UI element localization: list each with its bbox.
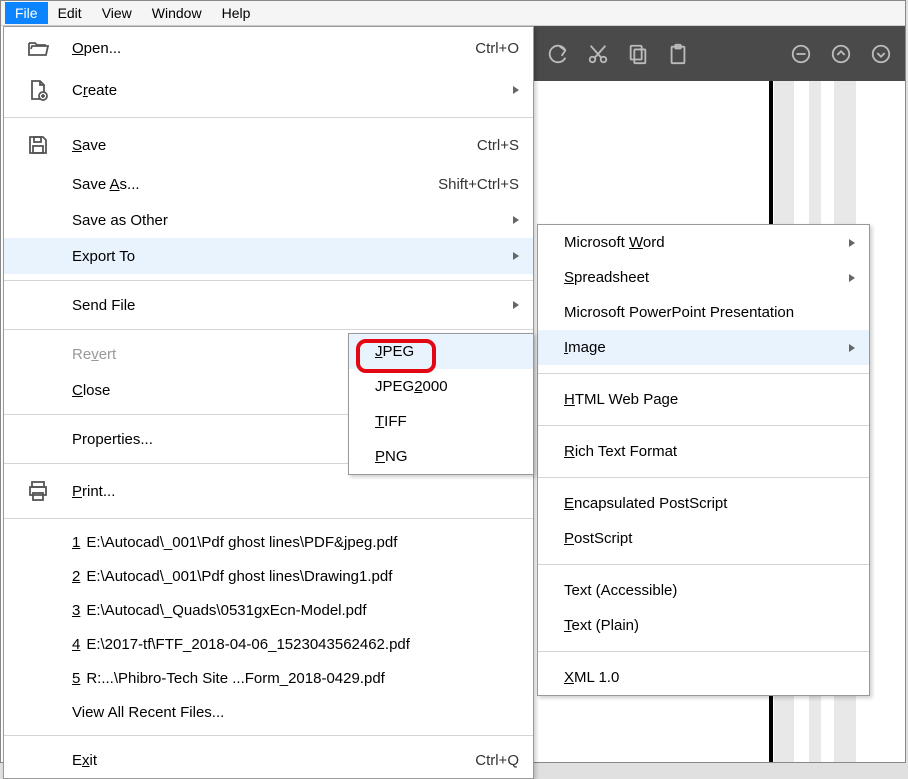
menu-save-as-shortcut: Shift+Ctrl+S [438, 176, 519, 193]
menu-print-label: Print... [72, 483, 519, 500]
export-html[interactable]: HTML Web Page [538, 382, 869, 417]
menu-separator [538, 564, 869, 565]
menu-separator [538, 477, 869, 478]
redo-icon[interactable] [544, 40, 572, 68]
menu-create-label: Create [72, 82, 505, 99]
menu-view[interactable]: View [92, 2, 142, 24]
menu-separator [4, 518, 533, 519]
circle-up-icon[interactable] [827, 40, 855, 68]
menu-help[interactable]: Help [212, 2, 261, 24]
menu-save-as[interactable]: Save As... Shift+Ctrl+S [4, 166, 533, 202]
toolbar [534, 26, 905, 81]
menu-separator [538, 373, 869, 374]
recent-file-3[interactable]: 3 E:\Autocad\_Quads\0531gxEcn-Model.pdf [4, 593, 533, 627]
export-eps[interactable]: Encapsulated PostScript [538, 486, 869, 521]
image-png[interactable]: PNG [349, 439, 533, 474]
menu-export-to-label: Export To [72, 248, 505, 265]
submenu-arrow-icon [513, 301, 519, 309]
submenu-arrow-icon [513, 252, 519, 260]
image-submenu: JPEG JPEG2000 TIFF PNG [348, 333, 534, 475]
menu-save-shortcut: Ctrl+S [477, 137, 519, 154]
print-icon [4, 479, 72, 503]
export-text-accessible[interactable]: Text (Accessible) [538, 573, 869, 608]
submenu-arrow-icon [849, 239, 855, 247]
menu-separator [538, 425, 869, 426]
menu-window[interactable]: Window [142, 2, 212, 24]
menu-open[interactable]: Open... Ctrl+O [4, 27, 533, 69]
paste-icon[interactable] [664, 40, 692, 68]
menu-open-shortcut: Ctrl+O [475, 40, 519, 57]
export-word[interactable]: Microsoft Word [538, 225, 869, 260]
open-icon [4, 36, 72, 60]
submenu-arrow-icon [849, 344, 855, 352]
recent-file-5[interactable]: 5 R:...\Phibro-Tech Site ...Form_2018-04… [4, 661, 533, 695]
circle-down-icon[interactable] [867, 40, 895, 68]
export-spreadsheet[interactable]: Spreadsheet [538, 260, 869, 295]
save-icon [4, 133, 72, 157]
export-image[interactable]: Image [538, 330, 869, 365]
menu-save-label: Save [72, 137, 477, 154]
menu-save-other[interactable]: Save as Other [4, 202, 533, 238]
recent-file-path: E:\Autocad\_001\Pdf ghost lines\PDF&jpeg… [86, 534, 397, 551]
submenu-arrow-icon [513, 86, 519, 94]
menu-separator [4, 735, 533, 736]
export-rtf[interactable]: Rich Text Format [538, 434, 869, 469]
menu-view-all-recent[interactable]: View All Recent Files... [4, 695, 533, 729]
menu-save[interactable]: Save Ctrl+S [4, 124, 533, 166]
recent-file-path: E:\Autocad\_001\Pdf ghost lines\Drawing1… [86, 568, 392, 585]
copy-icon[interactable] [624, 40, 652, 68]
export-powerpoint[interactable]: Microsoft PowerPoint Presentation [538, 295, 869, 330]
export-ps[interactable]: PostScript [538, 521, 869, 556]
menu-exit-shortcut: Ctrl+Q [475, 752, 519, 769]
submenu-arrow-icon [513, 216, 519, 224]
menu-save-other-label: Save as Other [72, 212, 505, 229]
menu-send-file[interactable]: Send File [4, 287, 533, 323]
image-tiff[interactable]: TIFF [349, 404, 533, 439]
menu-exit-label: Exit [72, 752, 475, 769]
menu-create[interactable]: Create [4, 69, 533, 111]
menu-file[interactable]: File [5, 2, 48, 24]
create-icon [4, 78, 72, 102]
menu-separator [4, 329, 533, 330]
submenu-arrow-icon [849, 274, 855, 282]
menu-send-file-label: Send File [72, 297, 505, 314]
menu-export-to[interactable]: Export To [4, 238, 533, 274]
menu-separator [538, 651, 869, 652]
menu-edit[interactable]: Edit [48, 2, 92, 24]
recent-file-1[interactable]: 1 E:\Autocad\_001\Pdf ghost lines\PDF&jp… [4, 525, 533, 559]
circle-slash-icon[interactable] [787, 40, 815, 68]
menu-print[interactable]: Print... [4, 470, 533, 512]
cut-icon[interactable] [584, 40, 612, 68]
menu-separator [4, 280, 533, 281]
menu-open-label: Open... [72, 40, 475, 57]
recent-file-4[interactable]: 4 E:\2017-tf\FTF_2018-04-06_152304356246… [4, 627, 533, 661]
export-text-plain[interactable]: Text (Plain) [538, 608, 869, 643]
recent-file-path: E:\2017-tf\FTF_2018-04-06_1523043562462.… [86, 636, 410, 653]
menu-exit[interactable]: Exit Ctrl+Q [4, 742, 533, 778]
recent-file-2[interactable]: 2 E:\Autocad\_001\Pdf ghost lines\Drawin… [4, 559, 533, 593]
export-xml[interactable]: XML 1.0 [538, 660, 869, 695]
menubar: File Edit View Window Help [1, 1, 905, 26]
menu-save-as-label: Save As... [72, 176, 438, 193]
menu-separator [4, 117, 533, 118]
recent-file-path: E:\Autocad\_Quads\0531gxEcn-Model.pdf [86, 602, 366, 619]
image-jpeg[interactable]: JPEG [349, 334, 533, 369]
recent-file-path: R:...\Phibro-Tech Site ...Form_2018-0429… [86, 670, 384, 687]
export-to-submenu: Microsoft Word Spreadsheet Microsoft Pow… [537, 224, 870, 696]
image-jpeg2000[interactable]: JPEG2000 [349, 369, 533, 404]
